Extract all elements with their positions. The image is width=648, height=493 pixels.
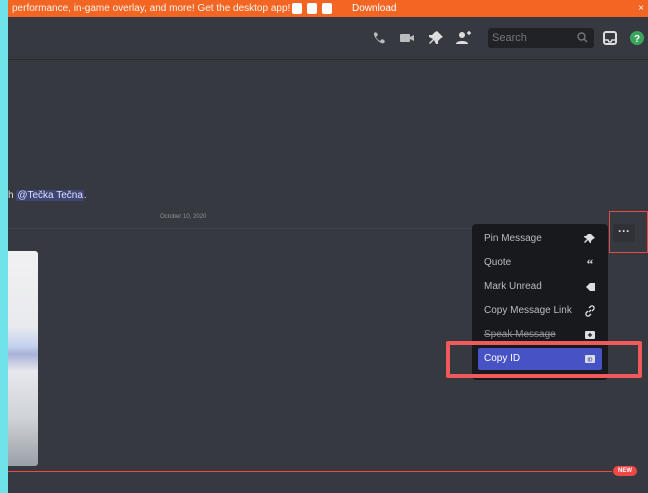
banner-message: performance, in-game overlay, and more! …	[12, 3, 291, 14]
channel-header: ?	[8, 17, 648, 60]
pin-icon	[584, 234, 595, 243]
menu-item-label: Mark Unread	[484, 281, 542, 292]
menu-item-label: Pin Message	[484, 233, 542, 244]
call-icon[interactable]	[371, 30, 387, 46]
search-icon	[577, 32, 588, 43]
message-image-attachment[interactable]	[8, 251, 38, 466]
svg-text:?: ?	[634, 34, 640, 45]
discord-app-window: performance, in-game overlay, and more! …	[8, 0, 648, 493]
speak-icon	[585, 331, 595, 339]
copy-id-highlight-annotation	[446, 341, 642, 378]
banner-close-button[interactable]: ×	[638, 0, 644, 17]
android-icon[interactable]	[307, 3, 317, 14]
svg-text:“: “	[587, 257, 594, 269]
quote-icon: “	[587, 257, 594, 269]
inbox-icon[interactable]	[602, 30, 618, 46]
menu-item-label: Speak Message	[484, 329, 556, 340]
menu-item-pin-message[interactable]: Pin Message	[478, 228, 602, 250]
desktop-app-banner: performance, in-game overlay, and more! …	[8, 0, 648, 17]
platform-icons	[292, 3, 332, 14]
user-mention[interactable]: @Tečka Tečna	[16, 190, 84, 201]
link-icon	[585, 305, 595, 317]
new-messages-divider	[8, 471, 612, 472]
menu-item-mark-unread[interactable]: Mark Unread	[478, 276, 602, 298]
menu-item-copy-message-link[interactable]: Copy Message Link	[478, 300, 602, 322]
date-divider-label: October 10, 2020	[156, 214, 211, 220]
search-input[interactable]	[492, 30, 572, 46]
message-text-suffix: .	[83, 190, 87, 201]
video-call-icon[interactable]	[399, 30, 415, 46]
more-button-highlight-annotation	[609, 211, 648, 253]
windows-icon[interactable]	[322, 3, 332, 14]
pinned-messages-icon[interactable]	[428, 30, 444, 46]
mark-unread-icon	[586, 283, 595, 291]
menu-item-label: Quote	[484, 257, 512, 268]
new-messages-badge: NEW	[613, 466, 637, 476]
apple-icon[interactable]	[292, 3, 302, 14]
menu-item-label: Copy Message Link	[484, 305, 572, 316]
help-icon[interactable]: ?	[629, 30, 645, 46]
menu-item-quote[interactable]: Quote “	[478, 252, 602, 274]
search-box[interactable]	[488, 28, 594, 48]
download-button[interactable]: Download	[352, 0, 396, 17]
message-content: h @Tečka Tečna.	[8, 190, 87, 201]
member-list-icon[interactable]	[456, 30, 472, 46]
